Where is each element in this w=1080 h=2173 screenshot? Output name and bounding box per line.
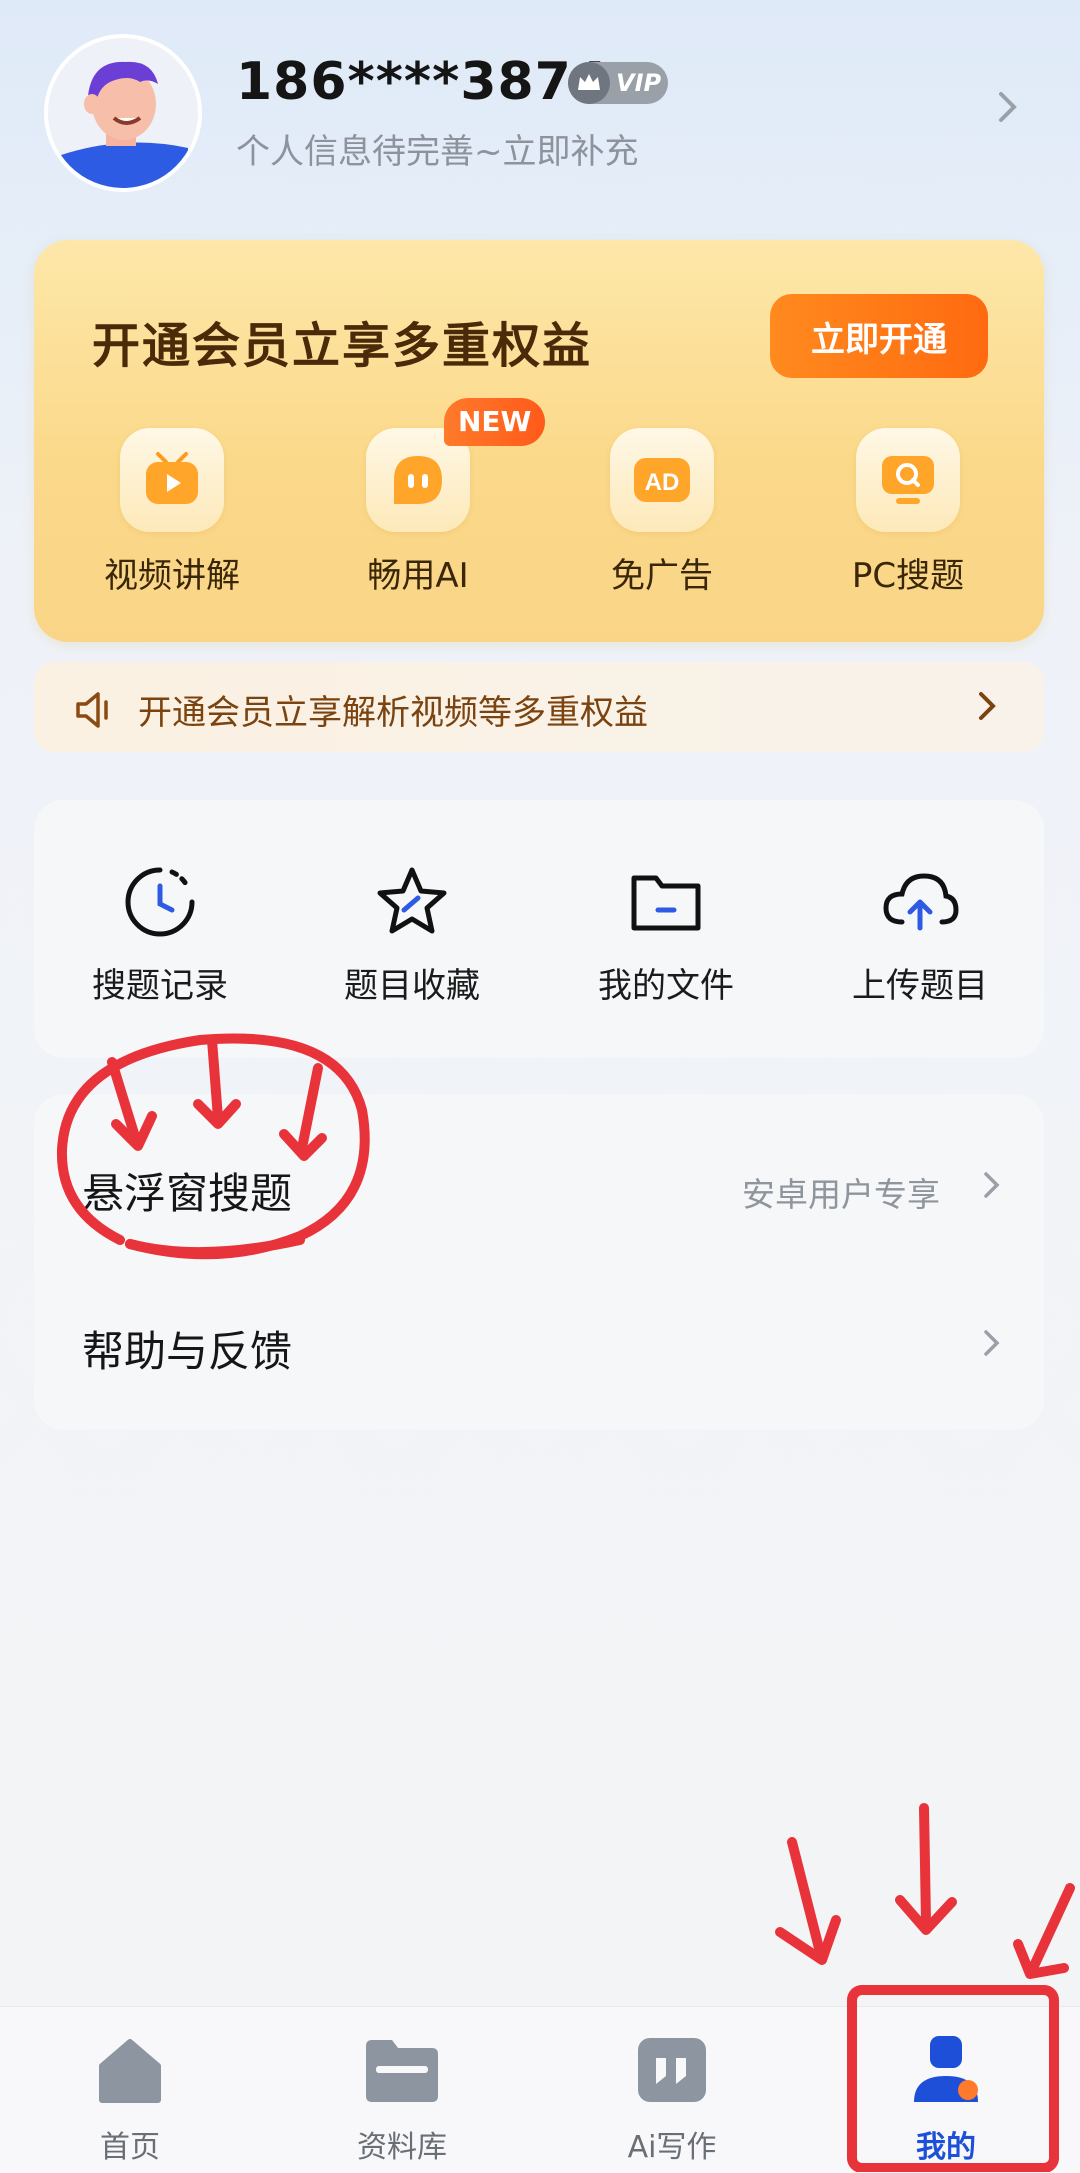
open-vip-button[interactable]: 立即开通 [770,294,988,378]
list-item-note: 安卓用户专享 [742,1175,940,1214]
tool-label: 上传题目 [852,966,988,1006]
ai-writing-icon [638,2038,706,2102]
chevron-right-icon[interactable] [976,690,998,726]
video-play-icon[interactable] [120,428,224,532]
vip-item-label: 免广告 [611,556,713,596]
vip-item-label: 畅用AI [367,556,469,596]
list-item-label: 帮助与反馈 [82,1327,293,1376]
ad-icon[interactable]: AD [610,428,714,532]
folder-icon[interactable] [626,862,706,942]
tool-label: 题目收藏 [344,966,480,1006]
new-badge: NEW [444,398,546,446]
chevron-right-icon[interactable] [996,90,1020,128]
vip-badge: VIP [568,62,668,104]
tab-label: 首页 [100,2130,160,2165]
star-icon[interactable] [372,862,452,942]
clock-history-icon[interactable] [120,862,200,942]
speaker-icon [74,690,120,734]
tab-label: 资料库 [357,2130,447,2165]
chevron-right-icon[interactable] [982,1170,1002,1204]
profile-subtitle[interactable]: 个人信息待完善~立即补充 [236,124,639,173]
vip-notice-text: 开通会员立享解析视频等多重权益 [138,693,648,733]
vip-item-label: PC搜题 [851,556,965,596]
tool-label: 搜题记录 [92,966,228,1006]
folder-library-icon [366,2040,438,2102]
tab-home[interactable] [30,2030,230,2114]
tab-label: 我的 [916,2130,976,2165]
avatar[interactable] [44,34,202,192]
profile-icon [914,2036,978,2102]
cloud-upload-icon[interactable] [880,862,960,942]
tab-mine[interactable] [846,2030,1046,2114]
list-item-label: 悬浮窗搜题 [82,1169,293,1218]
crown-icon [568,62,610,104]
ad-icon-text: AD [645,469,680,496]
home-icon [99,2039,161,2103]
vip-card-title: 开通会员立享多重权益 [92,318,593,374]
tab-label: Ai写作 [627,2130,717,2165]
vip-badge-label: VIP [616,69,662,97]
tab-library[interactable] [302,2030,502,2114]
tool-label: 我的文件 [598,966,734,1006]
tab-ai-writing[interactable] [572,2030,772,2114]
chevron-right-icon[interactable] [982,1328,1002,1362]
vip-item-label: 视频讲解 [104,556,240,596]
pc-search-icon[interactable] [856,428,960,532]
user-phone: 186****3874 [236,52,610,112]
